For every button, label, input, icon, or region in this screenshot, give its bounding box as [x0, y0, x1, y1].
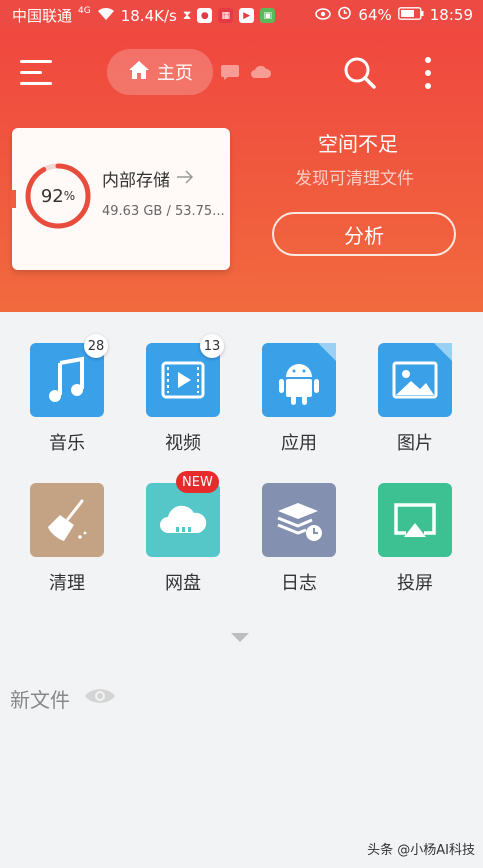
- broom-icon: [30, 499, 104, 561]
- alarm-icon: [337, 5, 352, 24]
- storage-title: 内部存储: [102, 166, 194, 191]
- menu-icon: [20, 82, 52, 85]
- message-icon[interactable]: [220, 64, 240, 84]
- battery-percent: 64%: [358, 5, 392, 24]
- category-label: 清理: [49, 573, 85, 594]
- home-tab[interactable]: 主页: [107, 49, 213, 95]
- cloud-icon[interactable]: [250, 64, 272, 84]
- battery-icon: [397, 6, 424, 24]
- storage-percent: 92%: [40, 185, 76, 207]
- expand-arrow-icon[interactable]: [231, 633, 249, 642]
- search-icon: [342, 57, 378, 95]
- more-dot-icon: [425, 70, 431, 76]
- visibility-eye-icon[interactable]: [84, 685, 116, 712]
- video-count-badge: 13: [200, 334, 224, 358]
- image-icon: [378, 343, 452, 421]
- new-badge: NEW: [176, 471, 219, 493]
- menu-button[interactable]: [20, 58, 54, 90]
- new-files-section: 新文件: [10, 684, 116, 713]
- app-notification-icon: ▣: [260, 8, 276, 23]
- header-banner: 主页 92% 内部存储 49.63 GB / 53.75... 空间不足 发现可…: [0, 30, 483, 312]
- log-icon: [262, 503, 336, 561]
- category-label: 应用: [281, 433, 317, 454]
- new-files-title: 新文件: [10, 688, 70, 712]
- category-label: 音乐: [49, 433, 85, 454]
- app-notification-icon: ▦: [218, 8, 234, 23]
- eye-icon: [315, 6, 332, 24]
- menu-icon: [20, 60, 52, 63]
- space-warning-subtitle: 发现可清理文件: [295, 169, 414, 189]
- watermark: 头条 @小杨AI科技: [367, 843, 475, 858]
- category-label: 日志: [281, 573, 317, 594]
- home-icon: [127, 58, 151, 87]
- wifi-icon: [97, 7, 115, 25]
- app-notification-icon: ●: [197, 8, 213, 23]
- more-options-button[interactable]: [418, 55, 438, 91]
- analyze-button[interactable]: 分析: [272, 212, 456, 256]
- more-dot-icon: [425, 83, 431, 89]
- network-label: 4G: [78, 5, 91, 16]
- category-label: 图片: [397, 433, 433, 454]
- app-notification-icon: ▶: [239, 8, 255, 23]
- clock-time: 18:59: [429, 5, 473, 24]
- hourglass-icon: ⧗: [182, 8, 192, 22]
- more-dot-icon: [425, 57, 431, 63]
- category-label: 投屏: [397, 573, 433, 594]
- carrier-label: 中国联通: [12, 7, 73, 25]
- search-button[interactable]: [342, 55, 378, 91]
- video-icon: [146, 361, 220, 421]
- cast-icon: [378, 503, 452, 561]
- net-speed: 18.4K/s: [120, 6, 177, 25]
- android-icon: [262, 343, 336, 421]
- arrow-right-icon: [176, 169, 194, 189]
- storage-size: 49.63 GB / 53.75...: [102, 204, 225, 219]
- music-count-badge: 28: [84, 334, 108, 358]
- home-label: 主页: [157, 63, 193, 84]
- category-label: 视频: [165, 433, 201, 454]
- status-bar: 中国联通 4G 18.4K/s ⧗ ● ▦ ▶ ▣ 64% 18:59: [0, 0, 483, 30]
- music-icon: [30, 356, 104, 421]
- space-warning-title: 空间不足: [318, 132, 398, 156]
- internal-storage-card[interactable]: 92% 内部存储 49.63 GB / 53.75...: [10, 128, 230, 270]
- cloud-drive-icon: [146, 505, 220, 561]
- menu-icon: [20, 71, 42, 74]
- category-label: 网盘: [165, 573, 201, 594]
